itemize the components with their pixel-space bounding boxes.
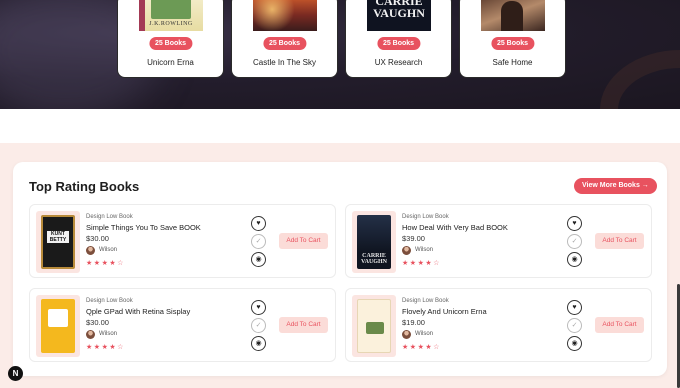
book-count-badge: 25 Books [376, 37, 421, 50]
hero-ring-decoration [600, 50, 680, 109]
book-count-badge: 25 Books [148, 37, 193, 50]
book-card[interactable]: Design Low Book Qple GPad With Retina Si… [29, 288, 336, 362]
book-count-badge: 25 Books [490, 37, 535, 50]
cover-text: KUNT BETTY [47, 231, 69, 243]
category-card[interactable]: 25 Books Castle In The Sky [231, 0, 338, 78]
heart-icon[interactable]: ♥ [567, 216, 582, 231]
star-rating: ★★★★☆ [402, 259, 441, 267]
category-hero: J.K.ROWLING 25 Books Unicorn Erna 25 Boo… [0, 0, 680, 109]
book-price: $30.00 [86, 234, 109, 243]
star-rating: ★★★★☆ [86, 259, 125, 267]
star-icon: ★ [109, 260, 118, 267]
star-empty-icon: ☆ [433, 344, 441, 351]
category-name[interactable]: Castle In The Sky [232, 58, 337, 67]
author-name[interactable]: Wilson [415, 247, 433, 253]
star-icon: ★ [86, 344, 94, 351]
heart-icon[interactable]: ♥ [251, 216, 266, 231]
book-cover[interactable]: CARRIE VAUGHN [352, 211, 396, 273]
book-cover[interactable] [352, 295, 396, 357]
book-price: $19.00 [402, 318, 425, 327]
book-title[interactable]: How Deal With Very Bad BOOK [402, 223, 508, 232]
cover-text: CARRIE VAUGHN [373, 0, 425, 20]
star-icon: ★ [409, 260, 418, 267]
book-cover[interactable]: KUNT BETTY [36, 211, 80, 273]
check-icon[interactable]: ✓ [251, 318, 266, 333]
add-to-cart-button[interactable]: Add To Cart [279, 317, 328, 333]
book-title[interactable]: Flovely And Unicorn Erna [402, 307, 487, 316]
section-title: Top Rating Books [29, 179, 140, 194]
star-icon: ★ [409, 344, 418, 351]
star-icon: ★ [93, 344, 102, 351]
eye-icon[interactable]: ◉ [251, 252, 266, 267]
author-avatar [86, 330, 95, 339]
category-cover: J.K.ROWLING [139, 0, 203, 31]
category-card[interactable]: CARRIE VAUGHN 25 Books UX Research [345, 0, 452, 78]
star-icon: ★ [86, 260, 94, 267]
eye-icon[interactable]: ◉ [567, 336, 582, 351]
author-name[interactable]: Wilson [99, 331, 117, 337]
book-price: $39.00 [402, 234, 425, 243]
star-icon: ★ [425, 260, 434, 267]
star-empty-icon: ☆ [433, 260, 441, 267]
category-card[interactable]: 25 Books Safe Home [459, 0, 566, 78]
book-card[interactable]: KUNT BETTY Design Low Book Simple Things… [29, 204, 336, 278]
star-icon: ★ [93, 260, 102, 267]
book-card[interactable]: CARRIE VAUGHN Design Low Book How Deal W… [345, 204, 652, 278]
book-price: $30.00 [86, 318, 109, 327]
author-avatar [86, 246, 95, 255]
author-avatar [402, 330, 411, 339]
book-category: Design Low Book [402, 214, 449, 220]
star-icon: ★ [109, 344, 118, 351]
category-name[interactable]: Safe Home [460, 58, 565, 67]
category-name[interactable]: Unicorn Erna [118, 58, 223, 67]
category-cover: CARRIE VAUGHN [367, 0, 431, 31]
book-card[interactable]: Design Low Book Flovely And Unicorn Erna… [345, 288, 652, 362]
cover-text: J.K.ROWLING [149, 21, 193, 27]
add-to-cart-button[interactable]: Add To Cart [595, 233, 644, 249]
cover-text: CARRIE VAUGHN [361, 253, 387, 265]
book-title[interactable]: Qple GPad With Retina Sisplay [86, 307, 190, 316]
add-to-cart-button[interactable]: Add To Cart [595, 317, 644, 333]
book-count-badge: 25 Books [262, 37, 307, 50]
star-icon: ★ [402, 260, 410, 267]
add-to-cart-button[interactable]: Add To Cart [279, 233, 328, 249]
book-cover[interactable] [36, 295, 80, 357]
book-title[interactable]: Simple Things You To Save BOOK [86, 223, 201, 232]
star-empty-icon: ☆ [117, 260, 125, 267]
heart-icon[interactable]: ♥ [567, 300, 582, 315]
star-icon: ★ [425, 344, 434, 351]
eye-icon[interactable]: ◉ [567, 252, 582, 267]
check-icon[interactable]: ✓ [251, 234, 266, 249]
author-avatar [402, 246, 411, 255]
heart-icon[interactable]: ♥ [251, 300, 266, 315]
category-card[interactable]: J.K.ROWLING 25 Books Unicorn Erna [117, 0, 224, 78]
eye-icon[interactable]: ◉ [251, 336, 266, 351]
book-category: Design Low Book [402, 298, 449, 304]
author-name[interactable]: Wilson [99, 247, 117, 253]
view-more-books-button[interactable]: View More Books → [574, 178, 657, 194]
book-category: Design Low Book [86, 298, 133, 304]
star-rating: ★★★★☆ [402, 343, 441, 351]
category-cover [253, 0, 317, 31]
check-icon[interactable]: ✓ [567, 234, 582, 249]
category-name[interactable]: UX Research [346, 58, 451, 67]
star-icon: ★ [402, 344, 410, 351]
dev-tools-badge[interactable]: N [8, 366, 23, 381]
star-rating: ★★★★☆ [86, 343, 125, 351]
star-empty-icon: ☆ [117, 344, 125, 351]
category-cover [481, 0, 545, 31]
author-name[interactable]: Wilson [415, 331, 433, 337]
book-category: Design Low Book [86, 214, 133, 220]
check-icon[interactable]: ✓ [567, 318, 582, 333]
